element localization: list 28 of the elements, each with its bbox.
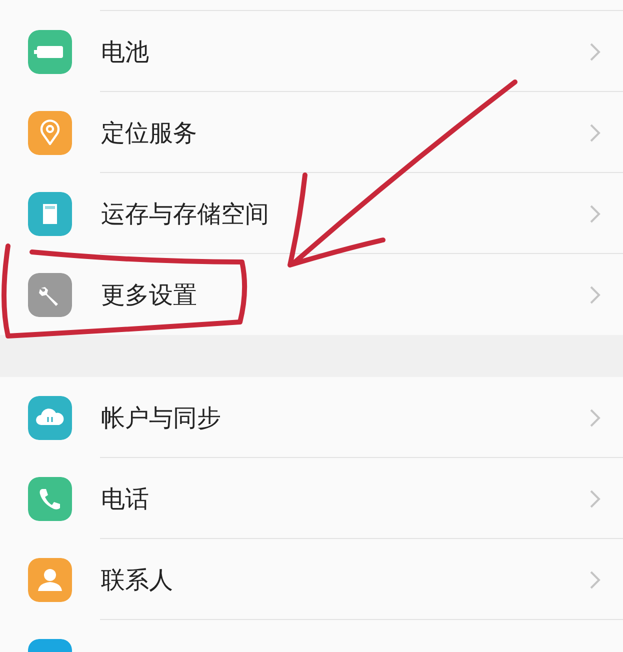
wrench-icon: [28, 272, 72, 316]
settings-item[interactable]: 联系人: [0, 539, 623, 620]
chevron-icon: [589, 204, 601, 224]
item-label: 电池: [101, 36, 150, 68]
battery-icon: [28, 30, 72, 74]
chevron-icon: [589, 122, 601, 142]
chevron-icon: [589, 570, 601, 590]
item-label: 定位服务: [101, 118, 198, 148]
cloud-icon: [28, 396, 72, 440]
settings-item[interactable]: 电池: [0, 11, 623, 92]
settings-item[interactable]: 电话: [0, 458, 623, 539]
chevron-icon: [589, 284, 601, 304]
settings-item[interactable]: 更多设置: [0, 254, 623, 335]
item-label: 运存与存储空间: [101, 198, 270, 230]
sd-card-icon: [28, 192, 72, 236]
settings-item[interactable]: 定位服务: [0, 92, 623, 173]
item-label: 电话: [101, 484, 150, 514]
settings-item[interactable]: 帐户与同步: [0, 377, 623, 458]
location-pin-icon: [28, 110, 72, 154]
chevron-icon: [589, 408, 601, 428]
item-label: 帐户与同步: [101, 402, 222, 434]
settings-item[interactable]: 运存与存储空间: [0, 173, 623, 254]
item-label: 更多设置: [101, 280, 198, 310]
chevron-icon: [589, 42, 601, 62]
person-icon: [28, 558, 72, 602]
chevron-icon: [589, 488, 601, 508]
phone-icon: [28, 476, 72, 520]
item-label: 联系人: [101, 564, 174, 596]
